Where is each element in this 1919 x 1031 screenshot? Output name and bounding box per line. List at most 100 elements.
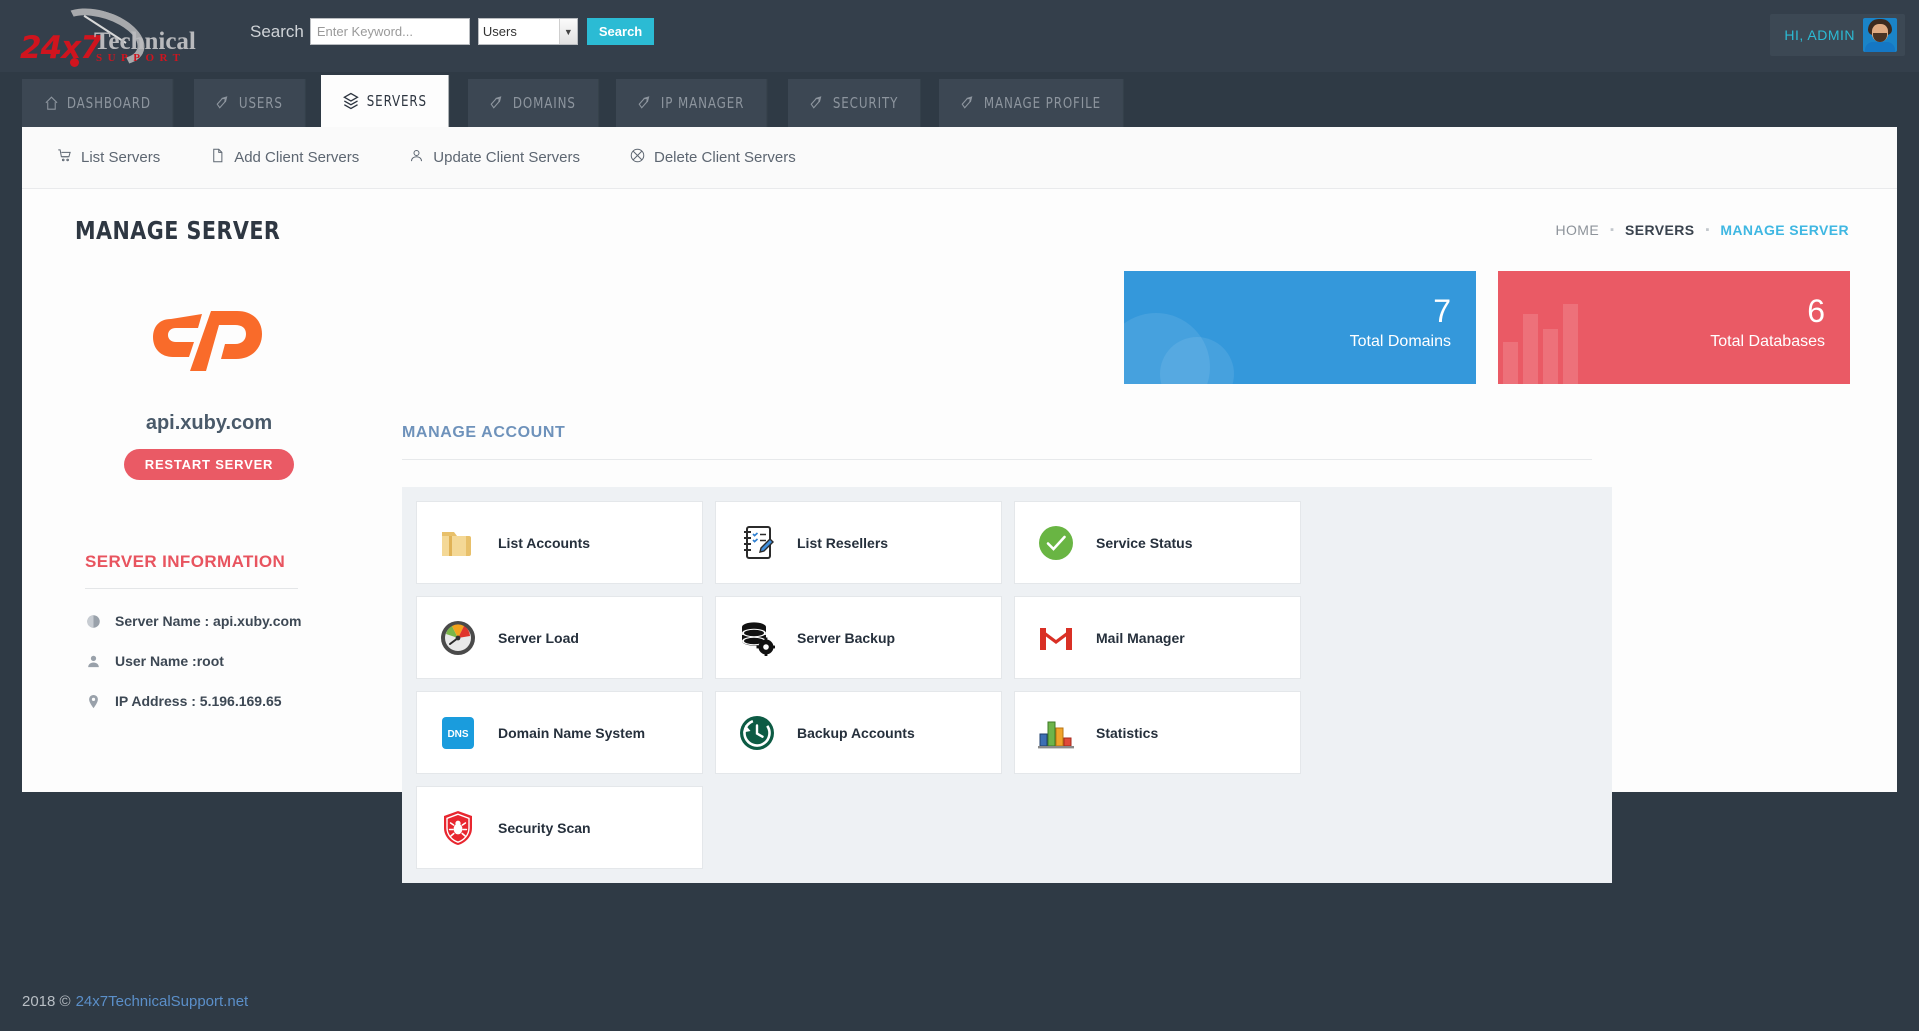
cpanel-logo xyxy=(149,289,269,377)
breadcrumb-separator: ▪ xyxy=(1610,224,1614,236)
tab-manage-profile[interactable]: MANAGE PROFILE xyxy=(939,79,1124,127)
tab-security[interactable]: SECURITY xyxy=(788,79,921,127)
tile-domain-name-system[interactable]: DNS Domain Name System xyxy=(416,691,703,774)
app-logo[interactable]: 24x7 Technical SUPPORT xyxy=(16,10,201,65)
stat-cards: 7 Total Domains 6 Total Databases xyxy=(402,271,1850,384)
server-info-row-user: User Name :root xyxy=(85,653,343,669)
search-scope-select[interactable]: Users xyxy=(478,18,578,45)
tile-label: List Resellers xyxy=(797,535,888,551)
tag-icon xyxy=(216,95,231,112)
tile-service-status[interactable]: Service Status xyxy=(1014,501,1301,584)
tile-server-backup[interactable]: Server Backup xyxy=(715,596,1002,679)
tile-server-load[interactable]: Server Load xyxy=(416,596,703,679)
search-button[interactable]: Search xyxy=(587,18,654,45)
server-info-text: IP Address : 5.196.169.65 xyxy=(115,693,282,709)
subnav-item-add-client-servers[interactable]: Add Client Servers xyxy=(210,148,359,167)
manage-account-title: MANAGE ACCOUNT xyxy=(402,424,1850,442)
stat-card-total-domains[interactable]: 7 Total Domains xyxy=(1124,271,1476,384)
subnav-item-list-servers[interactable]: List Servers xyxy=(57,148,160,167)
file-add-icon xyxy=(210,148,225,167)
subnav-label: Update Client Servers xyxy=(433,149,580,166)
stat-label: Total Domains xyxy=(1350,333,1451,351)
logo-primary-text: 24x7 xyxy=(20,30,101,66)
globe-icon xyxy=(85,614,101,629)
tile-label: Backup Accounts xyxy=(797,725,915,741)
tile-statistics[interactable]: Statistics xyxy=(1014,691,1301,774)
tab-servers[interactable]: SERVERS xyxy=(321,75,450,127)
tab-dashboard[interactable]: DASHBOARD xyxy=(22,79,174,127)
circle-x-icon xyxy=(630,148,645,167)
gauge-icon xyxy=(437,617,479,659)
tile-backup-accounts[interactable]: Backup Accounts xyxy=(715,691,1002,774)
tag-icon xyxy=(490,95,505,112)
tab-label: MANAGE PROFILE xyxy=(984,94,1101,112)
stat-value: 6 xyxy=(1807,293,1825,330)
restart-server-button[interactable]: RESTART SERVER xyxy=(124,449,294,480)
subnav-label: List Servers xyxy=(81,149,160,166)
page-panel: List Servers Add Client Servers Update C… xyxy=(22,127,1897,792)
folder-icon xyxy=(437,522,479,564)
tile-label: List Accounts xyxy=(498,535,590,551)
server-info-row-ip: IP Address : 5.196.169.65 xyxy=(85,693,343,709)
user-icon xyxy=(85,654,101,669)
server-information: SERVER INFORMATION Server Name : api.xub… xyxy=(75,552,343,709)
server-main-content: 7 Total Domains 6 Total Databases MANAGE… xyxy=(402,271,1850,883)
clock-restore-icon xyxy=(736,712,778,754)
tab-ip-manager[interactable]: IP MANAGER xyxy=(616,79,767,127)
stat-value: 7 xyxy=(1433,293,1451,330)
tile-mail-manager[interactable]: Mail Manager xyxy=(1014,596,1301,679)
database-gear-icon xyxy=(736,617,778,659)
tile-label: Service Status xyxy=(1096,535,1193,551)
shield-bug-icon xyxy=(437,807,479,849)
tab-users[interactable]: USERS xyxy=(194,79,306,127)
user-menu[interactable]: HI, ADMIN xyxy=(1770,14,1905,56)
breadcrumb-servers[interactable]: SERVERS xyxy=(1625,222,1694,238)
green-check-icon xyxy=(1035,522,1077,564)
server-information-title: SERVER INFORMATION xyxy=(85,552,343,572)
tab-label: USERS xyxy=(239,94,283,112)
tile-label: Server Backup xyxy=(797,630,895,646)
avatar[interactable] xyxy=(1863,18,1897,52)
server-sidebar: api.xuby.com RESTART SERVER SERVER INFOR… xyxy=(75,271,343,709)
layers-icon xyxy=(343,92,359,110)
stat-card-total-databases[interactable]: 6 Total Databases xyxy=(1498,271,1850,384)
tile-list-accounts[interactable]: List Accounts xyxy=(416,501,703,584)
stat-label: Total Databases xyxy=(1710,333,1825,351)
tab-label: SECURITY xyxy=(833,94,898,112)
breadcrumb-current: MANAGE SERVER xyxy=(1720,222,1849,238)
svg-text:DNS: DNS xyxy=(447,729,468,740)
tag-icon xyxy=(961,95,976,112)
tile-label: Mail Manager xyxy=(1096,630,1185,646)
page-title: MANAGE SERVER xyxy=(75,216,280,245)
tag-icon xyxy=(638,95,653,112)
breadcrumb: HOME ▪ SERVERS ▪ MANAGE SERVER xyxy=(1555,222,1849,238)
tab-domains[interactable]: DOMAINS xyxy=(468,79,599,127)
main-navigation: DASHBOARD USERS SERVERS DOMAINS xyxy=(22,79,1149,127)
tile-label: Statistics xyxy=(1096,725,1158,741)
top-bar: 24x7 Technical SUPPORT Search Users ▼ Se… xyxy=(0,0,1919,72)
bar-chart-icon xyxy=(1035,712,1077,754)
breadcrumb-home[interactable]: HOME xyxy=(1555,222,1599,238)
gmail-icon xyxy=(1035,617,1077,659)
sub-navigation: List Servers Add Client Servers Update C… xyxy=(22,127,1897,189)
tab-label: DASHBOARD xyxy=(67,94,151,112)
tile-security-scan[interactable]: Security Scan xyxy=(416,786,703,869)
manage-account-tiles: List Accounts xyxy=(402,487,1612,883)
bar-watermark-icon xyxy=(1503,342,1518,384)
footer-link[interactable]: 24x7TechnicalSupport.net xyxy=(76,993,249,1010)
tile-list-resellers[interactable]: List Resellers xyxy=(715,501,1002,584)
subnav-item-delete-client-servers[interactable]: Delete Client Servers xyxy=(630,148,796,167)
breadcrumb-separator: ▪ xyxy=(1705,224,1709,236)
divider xyxy=(402,459,1592,460)
tab-label: SERVERS xyxy=(367,92,427,110)
notepad-pencil-icon xyxy=(736,522,778,564)
footer-copyright: 2018 © xyxy=(22,993,71,1010)
dns-badge-icon: DNS xyxy=(437,712,479,754)
subnav-item-update-client-servers[interactable]: Update Client Servers xyxy=(409,148,580,167)
tab-label: DOMAINS xyxy=(513,94,576,112)
logo-tertiary-text: SUPPORT xyxy=(96,52,185,64)
greeting-label: HI, ADMIN xyxy=(1784,27,1855,43)
search-input[interactable] xyxy=(310,18,470,45)
tile-label: Server Load xyxy=(498,630,579,646)
map-pin-icon xyxy=(85,694,101,709)
